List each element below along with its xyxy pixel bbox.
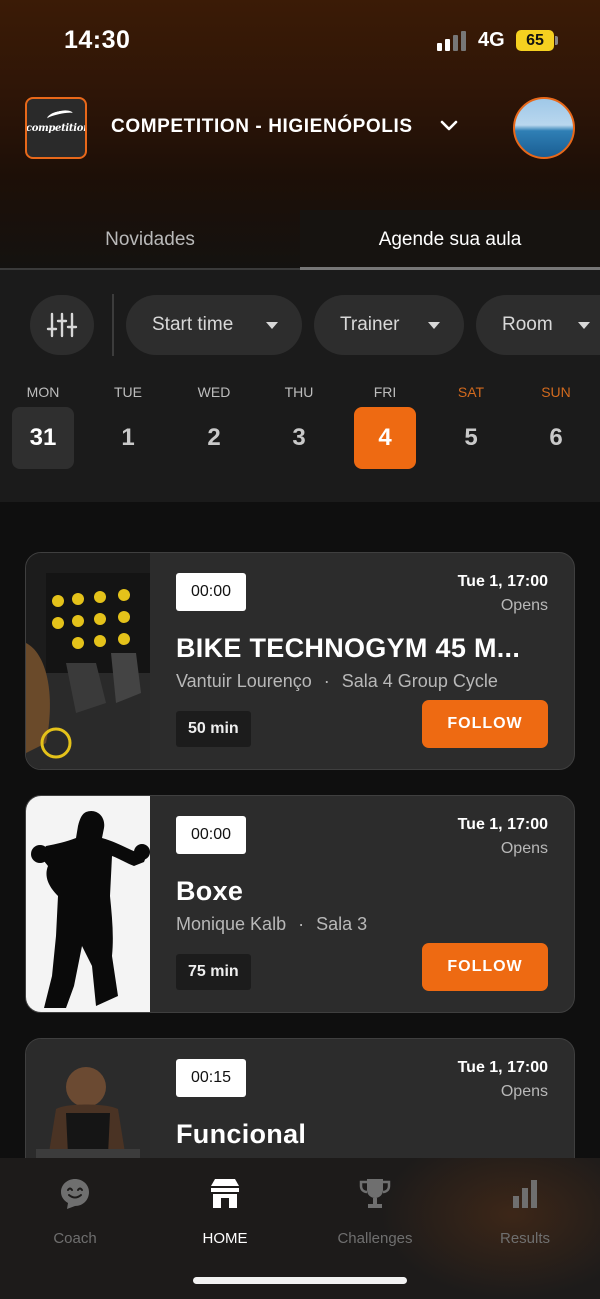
follow-button[interactable]: FOLLOW xyxy=(422,943,548,991)
day-mon[interactable]: MON 31 xyxy=(12,384,74,469)
network-label: 4G xyxy=(478,29,505,51)
day-wed[interactable]: WED 2 xyxy=(183,384,245,469)
day-number: 4 xyxy=(354,407,416,469)
nav-label: Results xyxy=(499,1230,551,1247)
day-sat[interactable]: SAT 5 xyxy=(440,384,502,469)
tab-agende-sua-aula[interactable]: Agende sua aula xyxy=(300,210,600,270)
class-datetime: Tue 1, 17:00 xyxy=(457,816,548,833)
day-number: 2 xyxy=(207,424,221,451)
class-datetime: Tue 1, 17:00 xyxy=(457,1059,548,1076)
filter-button[interactable] xyxy=(30,295,94,355)
trophy-icon xyxy=(359,1179,391,1208)
filter-divider xyxy=(112,294,114,356)
day-number: 3 xyxy=(292,424,306,451)
home-icon xyxy=(211,1179,239,1208)
class-card[interactable]: 00:00 Tue 1, 17:00 Opens BIKE TECHNOGYM … xyxy=(25,552,575,770)
nav-results[interactable]: Results xyxy=(470,1176,580,1247)
caret-down-icon xyxy=(578,322,590,329)
day-number: 6 xyxy=(549,424,563,451)
class-title: BIKE TECHNOGYM 45 M... xyxy=(176,633,521,663)
nav-label: HOME xyxy=(202,1230,248,1247)
start-time-badge: 00:15 xyxy=(176,1059,246,1097)
day-of-week: TUE xyxy=(114,384,142,400)
day-of-week: SAT xyxy=(457,384,485,400)
logo-swoosh-icon xyxy=(46,108,74,124)
nav-label: Coach xyxy=(53,1230,97,1247)
trainer-label: Trainer xyxy=(340,314,400,335)
tab-bar: Novidades Agende sua aula xyxy=(0,210,600,270)
class-meta: Vantuir Lourenço · Sala 4 Group Cycle xyxy=(176,671,498,691)
class-card[interactable]: 00:00 Tue 1, 17:00 Opens Boxe Monique Ka… xyxy=(25,795,575,1013)
start-time-badge: 00:00 xyxy=(176,573,246,611)
coach-icon xyxy=(61,1179,89,1209)
duration-badge: 75 min xyxy=(176,954,251,990)
nav-label: Challenges xyxy=(337,1230,413,1247)
room-name: Sala 4 Group Cycle xyxy=(341,671,498,691)
logo-text: competition xyxy=(25,123,87,134)
tab-novidades[interactable]: Novidades xyxy=(0,210,300,270)
class-datetime: Tue 1, 17:00 xyxy=(457,573,548,590)
class-image xyxy=(26,796,150,1012)
day-number: 31 xyxy=(12,407,74,469)
class-status: Opens xyxy=(500,597,548,614)
caret-down-icon xyxy=(266,322,278,329)
day-number: 1 xyxy=(121,424,135,451)
nav-coach[interactable]: Coach xyxy=(20,1176,130,1247)
bar-chart-icon xyxy=(513,1180,537,1208)
nav-challenges[interactable]: Challenges xyxy=(320,1176,430,1247)
class-meta: Monique Kalb · Sala 3 xyxy=(176,914,368,934)
caret-down-icon xyxy=(428,322,440,329)
club-logo[interactable]: competition xyxy=(25,97,87,159)
start-time-badge: 00:00 xyxy=(176,816,246,854)
status-time: 14:30 xyxy=(64,26,131,54)
room-name: Sala 3 xyxy=(316,914,368,934)
battery-tip xyxy=(555,36,558,45)
nav-home[interactable]: HOME xyxy=(170,1176,280,1247)
day-sun[interactable]: SUN 6 xyxy=(525,384,587,469)
club-name[interactable]: COMPETITION - HIGIENÓPOLIS xyxy=(111,116,413,138)
duration-badge: 50 min xyxy=(176,711,251,747)
chevron-down-icon[interactable] xyxy=(440,117,458,135)
club-header: competition COMPETITION - HIGIENÓPOLIS xyxy=(0,95,600,161)
class-title: Boxe xyxy=(176,876,244,906)
signal-icon xyxy=(437,31,470,51)
avatar[interactable] xyxy=(513,97,575,159)
home-indicator xyxy=(193,1277,407,1284)
class-status: Opens xyxy=(500,1083,548,1100)
class-image xyxy=(26,553,150,769)
class-status: Opens xyxy=(500,840,548,857)
day-of-week: THU xyxy=(284,384,314,400)
day-fri[interactable]: FRI 4 xyxy=(354,384,416,469)
follow-button[interactable]: FOLLOW xyxy=(422,700,548,748)
day-number: 5 xyxy=(464,424,478,451)
trainer-filter[interactable]: Trainer xyxy=(314,295,464,355)
day-of-week: SUN xyxy=(541,384,571,400)
start-time-label: Start time xyxy=(152,314,234,335)
sliders-icon xyxy=(46,312,78,338)
status-bar: 14:30 4G 65 xyxy=(0,0,600,80)
trainer-name: Monique Kalb xyxy=(176,914,287,934)
class-title: Funcional xyxy=(176,1119,307,1149)
battery-icon: 65 xyxy=(516,30,554,51)
room-filter[interactable]: Room xyxy=(476,295,600,355)
day-thu[interactable]: THU 3 xyxy=(268,384,330,469)
day-of-week: MON xyxy=(26,384,60,400)
day-tue[interactable]: TUE 1 xyxy=(97,384,159,469)
day-of-week: WED xyxy=(197,384,231,400)
room-label: Room xyxy=(502,314,553,335)
trainer-name: Vantuir Lourenço xyxy=(176,671,312,691)
start-time-filter[interactable]: Start time xyxy=(126,295,302,355)
day-of-week: FRI xyxy=(373,384,397,400)
